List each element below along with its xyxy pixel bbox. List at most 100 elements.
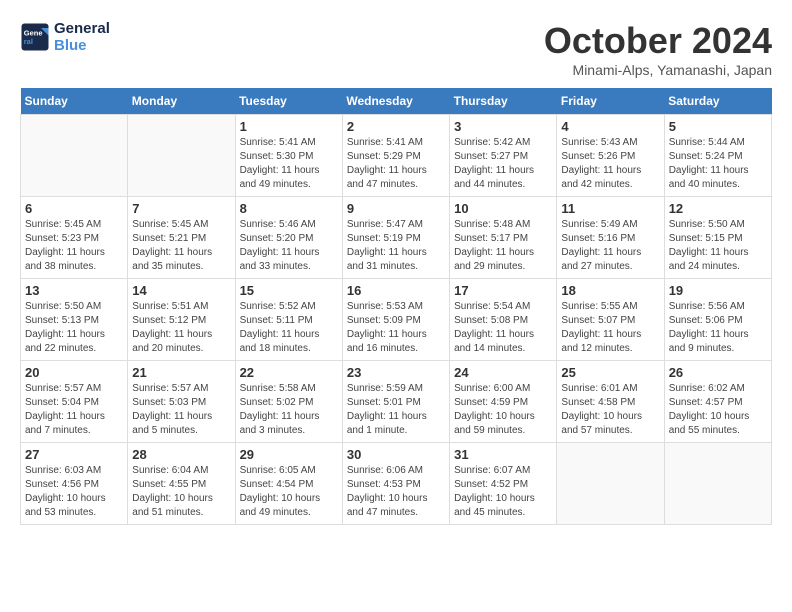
day-info: Sunrise: 5:45 AMSunset: 5:21 PMDaylight:… (132, 218, 230, 274)
day-number: 7 (132, 201, 230, 216)
day-info: Sunrise: 5:44 AMSunset: 5:24 PMDaylight:… (669, 136, 767, 192)
day-number: 29 (240, 447, 338, 462)
day-info: Sunrise: 5:41 AMSunset: 5:29 PMDaylight:… (347, 136, 445, 192)
calendar-cell (664, 443, 771, 525)
day-info: Sunrise: 5:41 AMSunset: 5:30 PMDaylight:… (240, 136, 338, 192)
day-info: Sunrise: 5:42 AMSunset: 5:27 PMDaylight:… (454, 136, 552, 192)
day-info: Sunrise: 6:01 AMSunset: 4:58 PMDaylight:… (561, 382, 659, 438)
calendar-week-5: 27Sunrise: 6:03 AMSunset: 4:56 PMDayligh… (21, 443, 772, 525)
day-info: Sunrise: 5:47 AMSunset: 5:19 PMDaylight:… (347, 218, 445, 274)
svg-text:ral: ral (24, 37, 33, 46)
calendar-cell: 12 Sunrise: 5:50 AMSunset: 5:15 PMDayligh… (664, 197, 771, 279)
day-info: Sunrise: 5:45 AMSunset: 5:23 PMDaylight:… (25, 218, 123, 274)
calendar-cell: 15Sunrise: 5:52 AMSunset: 5:11 PMDayligh… (235, 279, 342, 361)
calendar-week-1: 1 Sunrise: 5:41 AMSunset: 5:30 PMDaylight… (21, 115, 772, 197)
day-info: Sunrise: 5:50 AMSunset: 5:13 PMDaylight:… (25, 300, 123, 356)
location-subtitle: Minami-Alps, Yamanashi, Japan (544, 62, 772, 78)
calendar-cell: 3 Sunrise: 5:42 AMSunset: 5:27 PMDaylight… (450, 115, 557, 197)
day-number: 18 (561, 283, 659, 298)
column-header-friday: Friday (557, 88, 664, 115)
column-header-sunday: Sunday (21, 88, 128, 115)
day-number: 26 (669, 365, 767, 380)
day-info: Sunrise: 6:00 AMSunset: 4:59 PMDaylight:… (454, 382, 552, 438)
header: Gene ral General Blue October 2024 Minam… (20, 20, 772, 78)
calendar-cell: 7 Sunrise: 5:45 AMSunset: 5:21 PMDaylight… (128, 197, 235, 279)
day-number: 10 (454, 201, 552, 216)
calendar-cell: 28Sunrise: 6:04 AMSunset: 4:55 PMDayligh… (128, 443, 235, 525)
logo-text-line1: General (54, 20, 110, 37)
calendar-cell: 29 Sunrise: 6:05 AMSunset: 4:54 PMDayligh… (235, 443, 342, 525)
calendar-cell: 6 Sunrise: 5:45 AMSunset: 5:23 PMDaylight… (21, 197, 128, 279)
day-number: 15 (240, 283, 338, 298)
calendar-header-row: SundayMondayTuesdayWednesdayThursdayFrid… (21, 88, 772, 115)
calendar-cell: 8 Sunrise: 5:46 AMSunset: 5:20 PMDaylight… (235, 197, 342, 279)
day-number: 19 (669, 283, 767, 298)
calendar-cell: 21Sunrise: 5:57 AMSunset: 5:03 PMDayligh… (128, 361, 235, 443)
column-header-wednesday: Wednesday (342, 88, 449, 115)
calendar-cell: 9 Sunrise: 5:47 AMSunset: 5:19 PMDaylight… (342, 197, 449, 279)
day-info: Sunrise: 5:48 AMSunset: 5:17 PMDaylight:… (454, 218, 552, 274)
day-info: Sunrise: 5:54 AMSunset: 5:08 PMDaylight:… (454, 300, 552, 356)
day-number: 14 (132, 283, 230, 298)
calendar-cell: 31Sunrise: 6:07 AMSunset: 4:52 PMDayligh… (450, 443, 557, 525)
calendar-cell: 24 Sunrise: 6:00 AMSunset: 4:59 PMDayligh… (450, 361, 557, 443)
day-number: 2 (347, 119, 445, 134)
calendar-cell: 10 Sunrise: 5:48 AMSunset: 5:17 PMDayligh… (450, 197, 557, 279)
day-info: Sunrise: 5:51 AMSunset: 5:12 PMDaylight:… (132, 300, 230, 356)
day-number: 22 (240, 365, 338, 380)
day-number: 17 (454, 283, 552, 298)
calendar-week-3: 13 Sunrise: 5:50 AMSunset: 5:13 PMDayligh… (21, 279, 772, 361)
logo-text-line2: Blue (54, 37, 110, 54)
calendar-body: 1 Sunrise: 5:41 AMSunset: 5:30 PMDaylight… (21, 115, 772, 525)
day-number: 30 (347, 447, 445, 462)
day-info: Sunrise: 5:46 AMSunset: 5:20 PMDaylight:… (240, 218, 338, 274)
day-number: 25 (561, 365, 659, 380)
day-info: Sunrise: 5:58 AMSunset: 5:02 PMDaylight:… (240, 382, 338, 438)
calendar-cell: 11Sunrise: 5:49 AMSunset: 5:16 PMDayligh… (557, 197, 664, 279)
calendar-cell (128, 115, 235, 197)
day-info: Sunrise: 6:05 AMSunset: 4:54 PMDaylight:… (240, 464, 338, 520)
column-header-saturday: Saturday (664, 88, 771, 115)
calendar-cell: 13 Sunrise: 5:50 AMSunset: 5:13 PMDayligh… (21, 279, 128, 361)
day-info: Sunrise: 5:53 AMSunset: 5:09 PMDaylight:… (347, 300, 445, 356)
calendar-cell: 30 Sunrise: 6:06 AMSunset: 4:53 PMDayligh… (342, 443, 449, 525)
calendar-table: SundayMondayTuesdayWednesdayThursdayFrid… (20, 88, 772, 525)
calendar-cell: 20Sunrise: 5:57 AMSunset: 5:04 PMDayligh… (21, 361, 128, 443)
day-info: Sunrise: 6:06 AMSunset: 4:53 PMDaylight:… (347, 464, 445, 520)
day-number: 9 (347, 201, 445, 216)
calendar-cell (21, 115, 128, 197)
day-info: Sunrise: 5:55 AMSunset: 5:07 PMDaylight:… (561, 300, 659, 356)
day-number: 4 (561, 119, 659, 134)
column-header-tuesday: Tuesday (235, 88, 342, 115)
day-number: 24 (454, 365, 552, 380)
day-number: 3 (454, 119, 552, 134)
calendar-cell: 4Sunrise: 5:43 AMSunset: 5:26 PMDaylight… (557, 115, 664, 197)
day-number: 13 (25, 283, 123, 298)
logo-icon: Gene ral (20, 22, 50, 52)
calendar-cell: 18 Sunrise: 5:55 AMSunset: 5:07 PMDayligh… (557, 279, 664, 361)
day-info: Sunrise: 5:57 AMSunset: 5:04 PMDaylight:… (25, 382, 123, 438)
day-number: 31 (454, 447, 552, 462)
title-area: October 2024 Minami-Alps, Yamanashi, Jap… (544, 20, 772, 78)
calendar-cell: 14 Sunrise: 5:51 AMSunset: 5:12 PMDayligh… (128, 279, 235, 361)
day-number: 8 (240, 201, 338, 216)
day-info: Sunrise: 6:02 AMSunset: 4:57 PMDaylight:… (669, 382, 767, 438)
calendar-cell: 26 Sunrise: 6:02 AMSunset: 4:57 PMDayligh… (664, 361, 771, 443)
day-info: Sunrise: 6:04 AMSunset: 4:55 PMDaylight:… (132, 464, 230, 520)
column-header-monday: Monday (128, 88, 235, 115)
calendar-cell: 16 Sunrise: 5:53 AMSunset: 5:09 PMDayligh… (342, 279, 449, 361)
day-info: Sunrise: 5:49 AMSunset: 5:16 PMDaylight:… (561, 218, 659, 274)
day-number: 6 (25, 201, 123, 216)
day-info: Sunrise: 5:50 AMSunset: 5:15 PMDaylight:… (669, 218, 767, 274)
day-number: 21 (132, 365, 230, 380)
day-number: 5 (669, 119, 767, 134)
day-number: 1 (240, 119, 338, 134)
calendar-cell (557, 443, 664, 525)
calendar-cell: 1 Sunrise: 5:41 AMSunset: 5:30 PMDaylight… (235, 115, 342, 197)
day-number: 12 (669, 201, 767, 216)
day-info: Sunrise: 6:03 AMSunset: 4:56 PMDaylight:… (25, 464, 123, 520)
calendar-cell: 22 Sunrise: 5:58 AMSunset: 5:02 PMDayligh… (235, 361, 342, 443)
day-number: 16 (347, 283, 445, 298)
calendar-cell: 17 Sunrise: 5:54 AMSunset: 5:08 PMDayligh… (450, 279, 557, 361)
month-title: October 2024 (544, 20, 772, 62)
